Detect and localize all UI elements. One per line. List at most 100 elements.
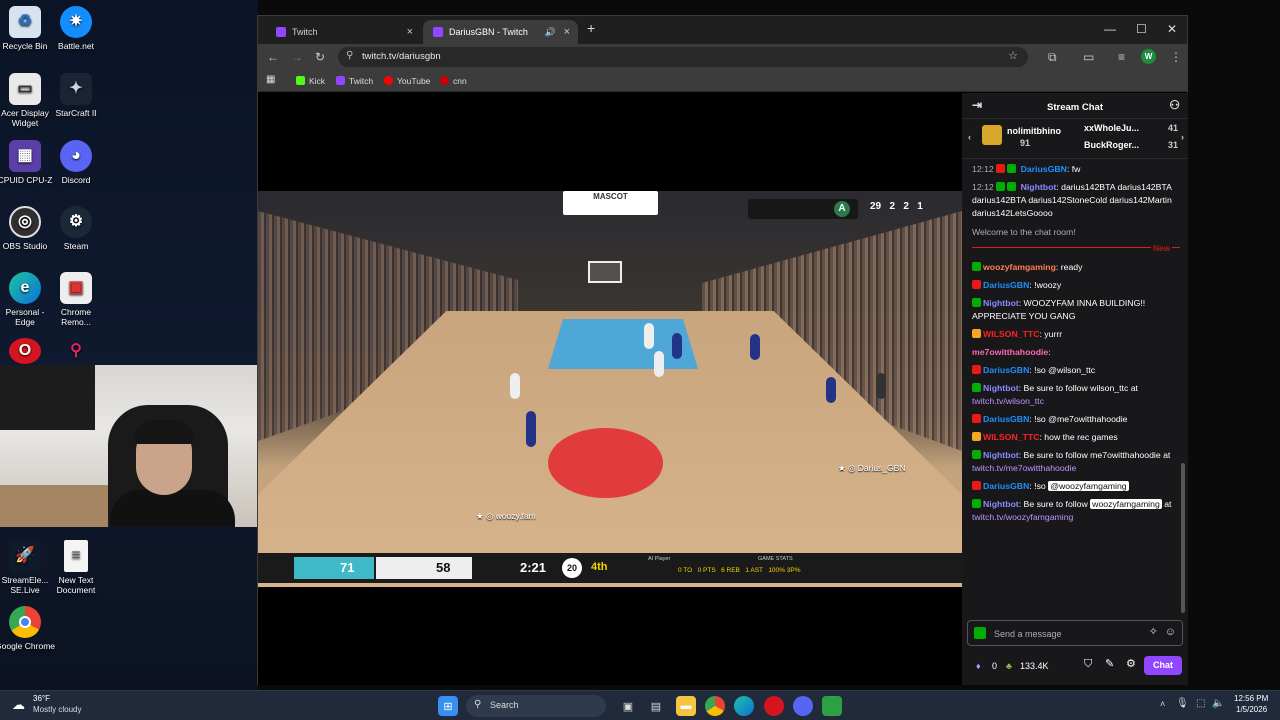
back-button[interactable]: ← <box>267 50 279 64</box>
tab-dariusgbn[interactable]: DariusGBN - Twitch 🔊 × <box>423 20 578 44</box>
stream-chat: ⇥ Stream Chat ⚇ ‹ nolimitbhino 91 xxWhol… <box>962 93 1188 685</box>
starcraft-icon: ✦ <box>60 73 92 105</box>
desktop-icon-chrome-remote[interactable]: ▣ Chrome Remo... <box>46 272 106 327</box>
bookmark-star-icon[interactable]: ☆ <box>1008 49 1018 62</box>
broadcaster-badge-icon <box>972 280 981 289</box>
desktop-icon-map[interactable]: ⚲ <box>46 338 106 367</box>
profile-avatar[interactable]: W <box>1141 49 1156 64</box>
desktop-icon-steam[interactable]: ⚙ Steam <box>46 206 106 251</box>
youtube-icon <box>384 76 393 85</box>
emote-picker-icon[interactable]: ☺ <box>1165 626 1176 639</box>
chat-header: ⇥ Stream Chat ⚇ <box>962 93 1188 119</box>
desktop-icon-chrome[interactable]: Google Chrome <box>0 606 55 651</box>
maximize-button[interactable]: ☐ <box>1136 22 1147 36</box>
microphone-icon[interactable]: 🎙 <box>1176 698 1189 709</box>
bookmark-kick[interactable]: Kick <box>296 76 325 86</box>
chat-link[interactable]: twitch.tv/wilson_ttc <box>972 396 1044 406</box>
collapse-chat-icon[interactable]: ⇥ <box>972 99 982 112</box>
moderator-badge-icon <box>972 262 981 271</box>
prev-arrow-icon[interactable]: ‹ <box>968 131 971 144</box>
file-explorer-icon[interactable]: ▬ <box>676 696 696 716</box>
bookmark-youtube[interactable]: YouTube <box>384 76 430 86</box>
desktop: ♻ Recycle Bin ✷ Battle.net ▭ Acer Displa… <box>0 0 258 690</box>
player-tag-woozy: ★ ◎ woozy.fam <box>476 511 536 521</box>
bot-badge-icon <box>1007 182 1017 191</box>
widgets-icon[interactable]: ▤ <box>646 696 666 716</box>
desktop-icon-starcraft[interactable]: ✦ StarCraft II <box>46 73 106 118</box>
bits-points-icon[interactable]: ♦ <box>976 660 981 673</box>
basketball-hoop <box>588 261 622 283</box>
close-tab-icon[interactable]: × <box>407 26 413 38</box>
chat-link[interactable]: twitch.tv/woozyfamgaming <box>972 512 1073 522</box>
moderator-badge-icon <box>972 499 981 508</box>
broadcaster-badge-icon <box>972 414 981 423</box>
menu-kebab-icon[interactable]: ⋮ <box>1170 50 1182 64</box>
audio-playing-icon[interactable]: 🔊 <box>545 27 556 38</box>
next-arrow-icon[interactable]: › <box>1181 131 1184 144</box>
weather-icon[interactable]: ☁ <box>12 697 25 713</box>
obs-icon: ◎ <box>9 206 41 238</box>
acer-icon: ▭ <box>9 73 41 105</box>
reload-button[interactable]: ↻ <box>315 50 325 64</box>
chat-message: Nightbot: WOOZYFAM INNA BUILDING!! APPRE… <box>972 298 1146 321</box>
player <box>876 373 886 399</box>
minimize-button[interactable]: — <box>1104 22 1116 36</box>
address-bar-row: ← → ↻ ⚲ twitch.tv/dariusgbn ☆ ⧉ ▭ ≡ W ⋮ <box>258 44 1187 70</box>
downloads-icon[interactable]: ≡ <box>1118 50 1125 64</box>
split-view-icon[interactable]: ▭ <box>1083 50 1094 64</box>
forward-button[interactable]: → <box>291 50 303 64</box>
bits-icon[interactable]: ✧ <box>1149 626 1158 639</box>
chat-message: WILSON_TTC: yurrr <box>972 328 1180 341</box>
url-bar[interactable]: ⚲ twitch.tv/dariusgbn ☆ <box>338 47 1028 67</box>
desktop-icon-text-document[interactable]: ≡ New Text Document <box>46 540 106 595</box>
new-tab-button[interactable]: + <box>587 20 595 36</box>
site-info-icon[interactable]: ⚲ <box>346 50 353 61</box>
volume-icon[interactable]: 🔈 <box>1212 698 1224 709</box>
chat-input[interactable]: Send a message ✧ ☺ <box>967 620 1183 646</box>
close-tab-icon[interactable]: × <box>564 26 570 38</box>
desktop-icon-discord[interactable]: ◕ Discord <box>46 140 106 185</box>
close-window-button[interactable]: ✕ <box>1167 22 1177 36</box>
clock-date[interactable]: 1/5/2026 <box>1236 705 1267 714</box>
moderator-badge-icon <box>972 383 981 392</box>
community-icon[interactable]: ⚇ <box>1169 99 1180 112</box>
team2-box <box>376 557 472 579</box>
apps-grid-icon[interactable]: ▦ <box>266 74 275 85</box>
desktop-icon-battlenet[interactable]: ✷ Battle.net <box>46 6 106 51</box>
player-tag-darius: ★ ◎ Darius_GBN <box>838 463 906 473</box>
chat-send-button[interactable]: Chat <box>1144 656 1182 675</box>
tab-twitch[interactable]: Twitch × <box>266 20 421 44</box>
chrome-taskbar-icon[interactable] <box>705 696 725 716</box>
mod-shield-icon[interactable]: ⛉ <box>1084 658 1092 671</box>
start-icon[interactable]: ⊞ <box>438 696 458 716</box>
edge-taskbar-icon[interactable] <box>734 696 754 716</box>
discord-taskbar-icon[interactable] <box>793 696 813 716</box>
player <box>526 411 536 447</box>
player <box>510 373 520 399</box>
opera-taskbar-icon[interactable] <box>764 696 784 716</box>
chat-message: DariusGBN: !so @me7owitthahoodie <box>972 413 1180 426</box>
tray-arrow-icon[interactable]: ˄ <box>1160 699 1165 709</box>
taskbar-search[interactable]: ⚲ Search <box>466 695 606 717</box>
task-view-icon[interactable]: ▣ <box>618 696 638 716</box>
gift-icon <box>982 125 1002 145</box>
new-messages-divider: New <box>972 242 1180 261</box>
chat-link[interactable]: twitch.tv/me7owitthahoodie <box>972 463 1076 473</box>
player-stat-overlay: A <box>748 199 858 219</box>
cpuz-icon: ▦ <box>9 140 41 172</box>
chat-scrollbar[interactable] <box>1181 463 1185 613</box>
bookmark-twitch[interactable]: Twitch <box>336 76 373 86</box>
network-icon[interactable]: ⬚ <box>1196 698 1205 709</box>
clock-time[interactable]: 12:56 PM <box>1234 694 1268 703</box>
channel-points-icon[interactable]: ♣ <box>1006 660 1012 673</box>
extensions-icon[interactable]: ⧉ <box>1048 50 1057 65</box>
video-player[interactable]: MASCOT A 29 2 2 1 ★ ◎ Darius_GBN ★ ◎ woo… <box>258 93 962 685</box>
mod-tool-icon[interactable]: ✎ <box>1105 658 1114 671</box>
moderator-badge-icon <box>996 182 1006 191</box>
chat-settings-icon[interactable]: ⚙ <box>1126 658 1136 671</box>
twitch-icon <box>433 27 443 37</box>
bookmark-cnn[interactable]: cnn <box>440 76 467 86</box>
chat-mention: woozyfamgaming <box>1090 499 1162 509</box>
webcam-person-hair <box>134 420 194 444</box>
app-taskbar-icon[interactable] <box>822 696 842 716</box>
